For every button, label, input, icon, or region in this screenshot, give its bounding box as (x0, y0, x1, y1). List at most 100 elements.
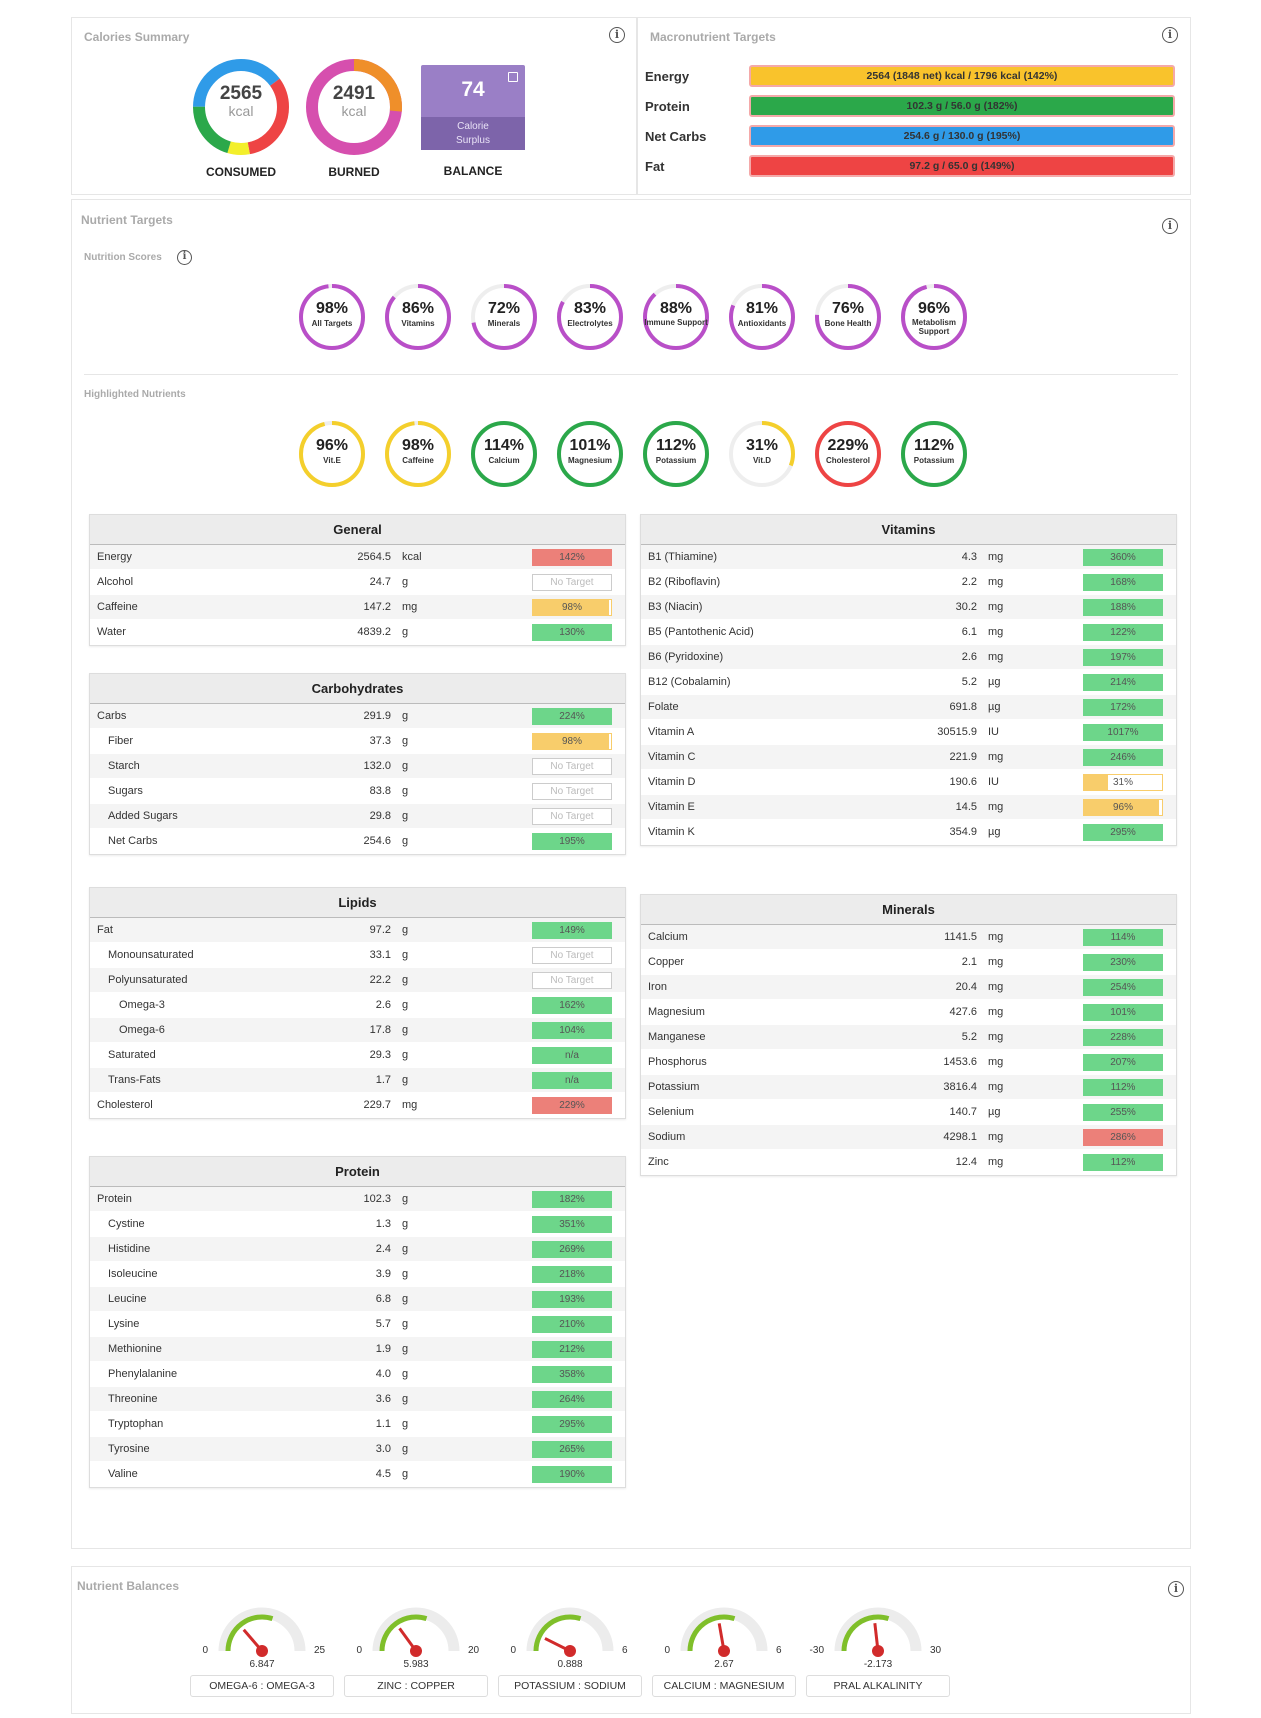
highlight-ring[interactable]: 96% Vit.E (297, 419, 367, 489)
gauge-label: PRAL ALKALINITY (806, 1675, 950, 1697)
table-row[interactable]: Added Sugars 29.8 g No Target (90, 804, 625, 829)
table-row[interactable]: B1 (Thiamine) 4.3 mg 360% (641, 545, 1176, 570)
gauge-label: ZINC : COPPER (344, 1675, 488, 1697)
table-row[interactable]: Phenylalanine 4.0 g 358% (90, 1362, 625, 1387)
table-row[interactable]: Sodium 4298.1 mg 286% (641, 1125, 1176, 1150)
row-name: Valine (108, 1468, 138, 1480)
table-row[interactable]: Phosphorus 1453.6 mg 207% (641, 1050, 1176, 1075)
table-row[interactable]: Potassium 3816.4 mg 112% (641, 1075, 1176, 1100)
table-row[interactable]: Polyunsaturated 22.2 g No Target (90, 968, 625, 993)
row-value: 2.6 (961, 651, 977, 663)
table-row[interactable]: Cholesterol 229.7 mg 229% (90, 1093, 625, 1118)
table-row[interactable]: Caffeine 147.2 mg 98% (90, 595, 625, 620)
gauge-label: POTASSIUM : SODIUM (498, 1675, 642, 1697)
row-unit: g (402, 626, 409, 638)
score-ring[interactable]: 98% All Targets (297, 282, 367, 352)
score-ring[interactable]: 81% Antioxidants (727, 282, 797, 352)
table-row[interactable]: B3 (Niacin) 30.2 mg 188% (641, 595, 1176, 620)
table-row[interactable]: Saturated 29.3 g n/a (90, 1043, 625, 1068)
info-icon[interactable]: i (609, 27, 625, 43)
table-row[interactable]: Valine 4.5 g 190% (90, 1462, 625, 1487)
table-row[interactable]: Vitamin D 190.6 IU 31% (641, 770, 1176, 795)
highlight-ring[interactable]: 31% Vit.D (727, 419, 797, 489)
table-row[interactable]: B5 (Pantothenic Acid) 6.1 mg 122% (641, 620, 1176, 645)
table-row[interactable]: Energy 2564.5 kcal 142% (90, 545, 625, 570)
table-row[interactable]: Calcium 1141.5 mg 114% (641, 925, 1176, 950)
highlight-ring[interactable]: 229% Cholesterol (813, 419, 883, 489)
table-row[interactable]: Manganese 5.2 mg 228% (641, 1025, 1176, 1050)
table-row[interactable]: Tryptophan 1.1 g 295% (90, 1412, 625, 1437)
row-target-text: 214% (1110, 677, 1136, 688)
table-row[interactable]: Cystine 1.3 g 351% (90, 1212, 625, 1237)
table-row[interactable]: Methionine 1.9 g 212% (90, 1337, 625, 1362)
row-name: Potassium (648, 1081, 700, 1093)
table-row[interactable]: Alcohol 24.7 g No Target (90, 570, 625, 595)
table-row[interactable]: Zinc 12.4 mg 112% (641, 1150, 1176, 1175)
table-row[interactable]: B12 (Cobalamin) 5.2 µg 214% (641, 670, 1176, 695)
table-row[interactable]: Protein 102.3 g 182% (90, 1187, 625, 1212)
table-row[interactable]: Lysine 5.7 g 210% (90, 1312, 625, 1337)
general-table-header: General (90, 515, 625, 545)
highlight-ring[interactable]: 114% Calcium (469, 419, 539, 489)
ring-label: Magnesium (567, 456, 612, 465)
table-row[interactable]: Leucine 6.8 g 193% (90, 1287, 625, 1312)
table-row[interactable]: Fiber 37.3 g 98% (90, 729, 625, 754)
row-unit: mg (988, 1081, 1004, 1093)
score-ring[interactable]: 96% Metabolism Support (899, 282, 969, 352)
highlight-ring[interactable]: 112% Potassium (899, 419, 969, 489)
table-row[interactable]: Copper 2.1 mg 230% (641, 950, 1176, 975)
table-row[interactable]: Starch 132.0 g No Target (90, 754, 625, 779)
table-row[interactable]: Selenium 140.7 µg 255% (641, 1100, 1176, 1125)
info-icon[interactable]: i (177, 250, 192, 265)
table-row[interactable]: B2 (Riboflavin) 2.2 mg 168% (641, 570, 1176, 595)
protein-table: Protein Protein 102.3 g 182% Cystine 1.3 g 351%… (89, 1156, 626, 1488)
table-row[interactable]: Vitamin A 30515.9 IU 1017% (641, 720, 1176, 745)
table-row[interactable]: Tyrosine 3.0 g 265% (90, 1437, 625, 1462)
score-ring[interactable]: 76% Bone Health (813, 282, 883, 352)
info-icon[interactable]: i (1162, 27, 1178, 43)
table-row[interactable]: Isoleucine 3.9 g 218% (90, 1262, 625, 1287)
highlight-ring[interactable]: 101% Magnesium (555, 419, 625, 489)
row-value: 1.7 (375, 1074, 391, 1086)
table-row[interactable]: Sugars 83.8 g No Target (90, 779, 625, 804)
info-icon[interactable]: i (1162, 218, 1178, 234)
row-target-bar: 168% (1083, 574, 1163, 591)
table-row[interactable]: Vitamin C 221.9 mg 246% (641, 745, 1176, 770)
table-row[interactable]: Carbs 291.9 g 224% (90, 704, 625, 729)
row-target-text: 162% (559, 1000, 585, 1011)
info-icon[interactable]: i (1168, 1581, 1184, 1597)
row-unit: mg (988, 626, 1004, 638)
table-row[interactable]: Threonine 3.6 g 264% (90, 1387, 625, 1412)
highlight-ring[interactable]: 112% Potassium (641, 419, 711, 489)
table-row[interactable]: Iron 20.4 mg 254% (641, 975, 1176, 1000)
table-row[interactable]: Net Carbs 254.6 g 195% (90, 829, 625, 854)
row-unit: mg (988, 1156, 1004, 1168)
score-ring[interactable]: 83% Electrolytes (555, 282, 625, 352)
row-target-text: 195% (559, 836, 585, 847)
table-row[interactable]: Omega-3 2.6 g 162% (90, 993, 625, 1018)
gauge-label: CALCIUM : MAGNESIUM (652, 1675, 796, 1697)
table-row[interactable]: Folate 691.8 µg 172% (641, 695, 1176, 720)
row-target-bar: 130% (532, 624, 612, 641)
divider (84, 374, 1178, 375)
table-row[interactable]: Magnesium 427.6 mg 101% (641, 1000, 1176, 1025)
table-row[interactable]: Histidine 2.4 g 269% (90, 1237, 625, 1262)
ring-percent: 88% (659, 300, 693, 317)
score-ring[interactable]: 72% Minerals (469, 282, 539, 352)
score-ring[interactable]: 86% Vitamins (383, 282, 453, 352)
table-row[interactable]: Water 4839.2 g 130% (90, 620, 625, 645)
row-unit: µg (988, 676, 1001, 688)
table-row[interactable]: Vitamin E 14.5 mg 96% (641, 795, 1176, 820)
row-target-text: 295% (559, 1419, 585, 1430)
table-row[interactable]: B6 (Pyridoxine) 2.6 mg 197% (641, 645, 1176, 670)
row-target-bar: 112% (1083, 1154, 1163, 1171)
table-row[interactable]: Vitamin K 354.9 µg 295% (641, 820, 1176, 845)
table-row[interactable]: Omega-6 17.8 g 104% (90, 1018, 625, 1043)
table-row[interactable]: Trans-Fats 1.7 g n/a (90, 1068, 625, 1093)
calories-summary-title: Calories Summary (84, 30, 190, 44)
table-row[interactable]: Monounsaturated 33.1 g No Target (90, 943, 625, 968)
highlight-ring[interactable]: 98% Caffeine (383, 419, 453, 489)
ring-label: Metabolism Support (911, 318, 956, 336)
score-ring[interactable]: 88% Immune Support (641, 282, 711, 352)
table-row[interactable]: Fat 97.2 g 149% (90, 918, 625, 943)
